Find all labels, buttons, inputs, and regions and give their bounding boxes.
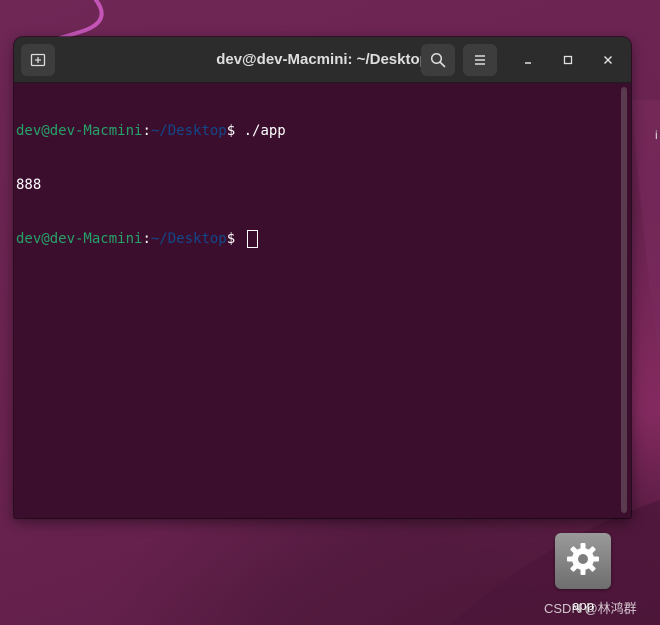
maximize-icon	[562, 51, 574, 70]
terminal-line: 888	[16, 176, 619, 194]
maximize-button[interactable]	[556, 48, 580, 72]
terminal-window[interactable]: dev@dev-Macmini: ~/Desktop dev@dev-Macmi…	[14, 37, 631, 518]
minimize-icon	[522, 51, 534, 70]
program-output: 888	[16, 177, 42, 193]
prompt-path: ~/Desktop	[150, 231, 227, 247]
prompt-path: ~/Desktop	[150, 123, 227, 139]
new-tab-icon	[30, 52, 46, 68]
desktop-edge-text: i	[655, 128, 658, 142]
prompt-symbol: $	[226, 231, 244, 247]
prompt-symbol: $	[226, 123, 244, 139]
terminal-line: dev@dev-Macmini:~/Desktop$	[16, 230, 619, 248]
search-button[interactable]	[421, 44, 455, 76]
gear-icon	[564, 540, 602, 582]
close-icon	[602, 51, 614, 70]
prompt-user: dev@dev-Macmini	[16, 231, 143, 247]
command-text: ./app	[243, 123, 286, 139]
watermark: CSDN @林鸿群	[544, 601, 637, 616]
menu-button[interactable]	[463, 44, 497, 76]
prompt-separator: :	[142, 231, 151, 247]
prompt-user: dev@dev-Macmini	[16, 123, 143, 139]
prompt-separator: :	[142, 123, 151, 139]
search-icon	[430, 52, 446, 68]
minimize-button[interactable]	[516, 48, 540, 72]
new-tab-button[interactable]	[21, 44, 55, 76]
terminal-output[interactable]: dev@dev-Macmini:~/Desktop$ ./app 888 dev…	[14, 83, 619, 518]
terminal-line: dev@dev-Macmini:~/Desktop$ ./app	[16, 122, 619, 140]
desktop-app-icon[interactable]	[555, 533, 611, 589]
close-button[interactable]	[596, 48, 620, 72]
title-bar[interactable]: dev@dev-Macmini: ~/Desktop	[14, 37, 631, 83]
text-cursor	[246, 230, 258, 248]
hamburger-menu-icon	[473, 54, 487, 66]
scrollbar[interactable]	[621, 87, 627, 513]
